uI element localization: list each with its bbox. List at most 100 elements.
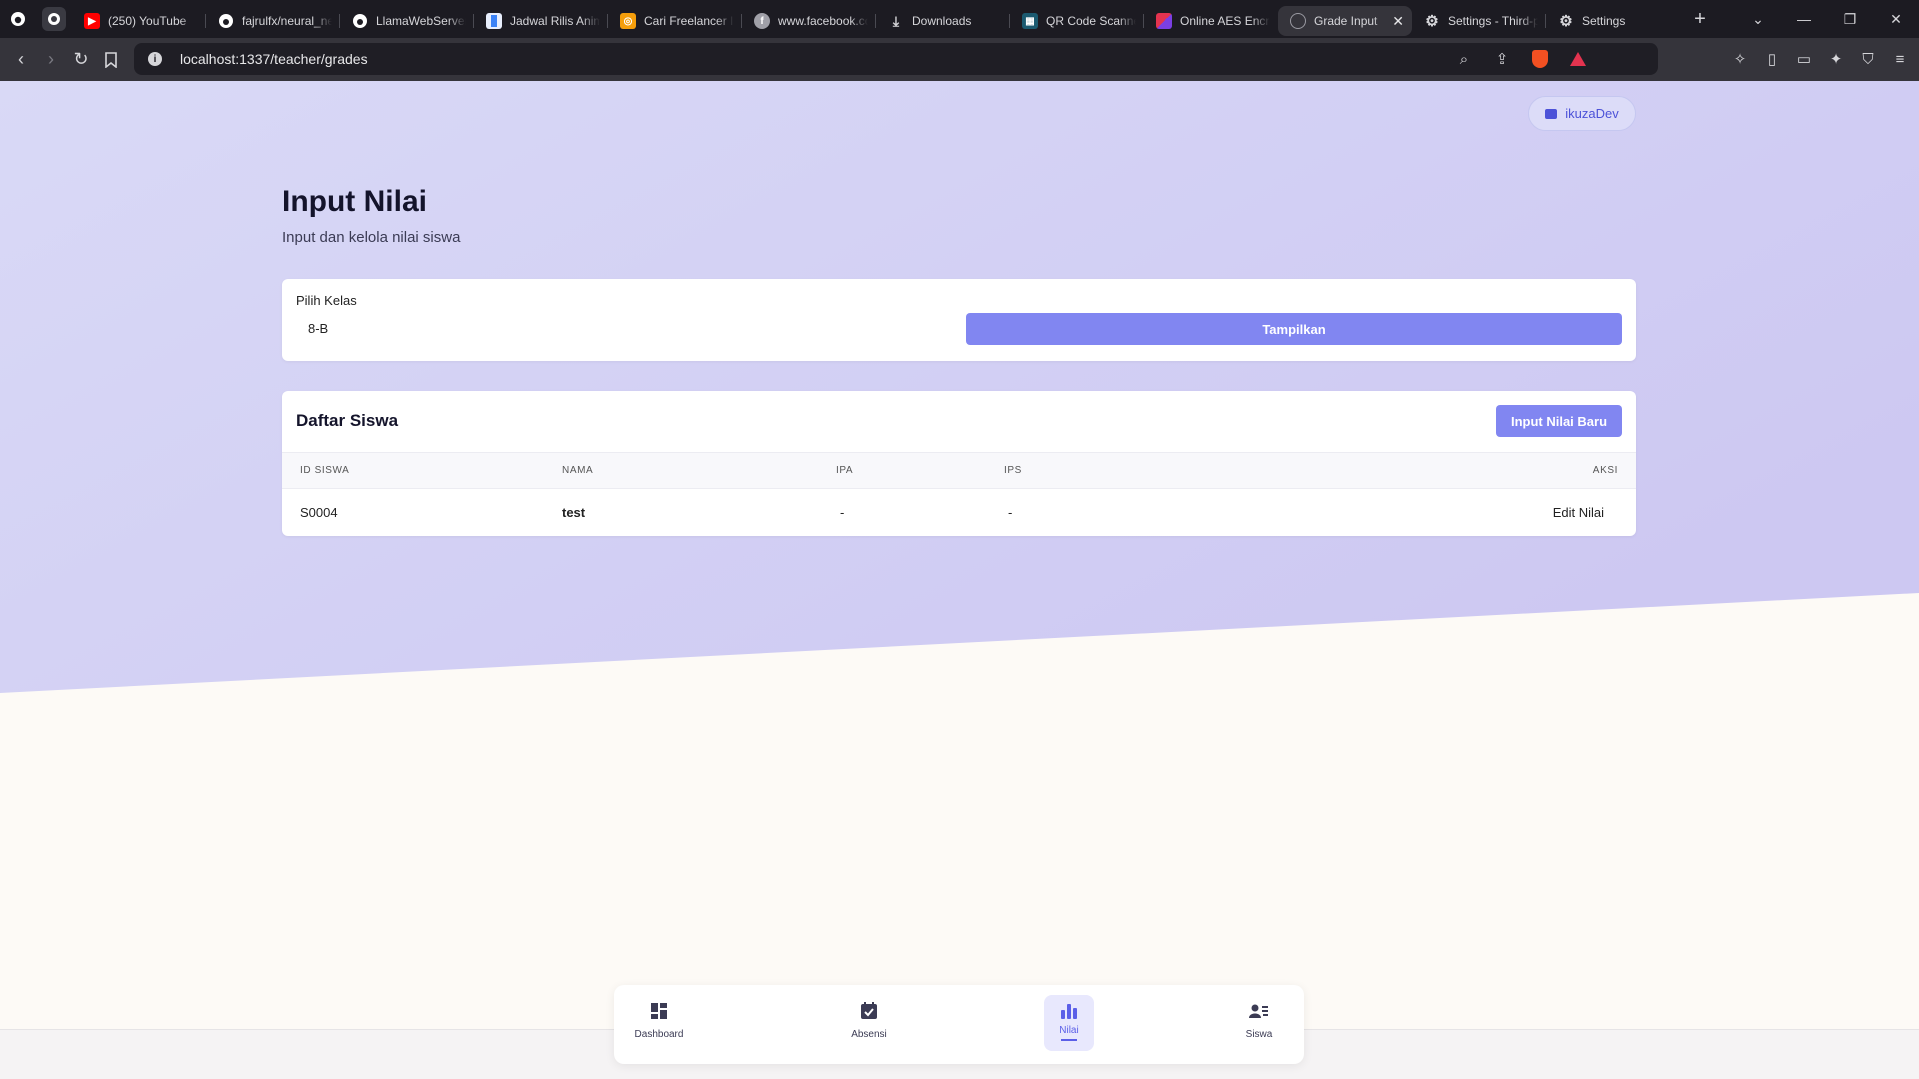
- freelancer-icon: ◎: [620, 13, 636, 29]
- forward-icon[interactable]: ›: [36, 45, 66, 75]
- tab-title: Settings - Third-party: [1448, 14, 1538, 28]
- url-actions: ⌕ ⇪: [1453, 46, 1589, 72]
- class-select-label: Pilih Kelas: [296, 293, 357, 308]
- tab-youtube[interactable]: ▶ (250) YouTube: [72, 6, 206, 36]
- close-tab-icon[interactable]: ✕: [1392, 13, 1404, 30]
- rewards-icon[interactable]: [1567, 46, 1589, 72]
- leo-ai-icon[interactable]: ✦: [1825, 46, 1847, 72]
- bookmark-icon[interactable]: [96, 45, 126, 75]
- facebook-icon: f: [754, 13, 770, 29]
- tab-settings[interactable]: ⚙ Settings: [1546, 6, 1680, 36]
- column-header-name: NAMA: [562, 465, 594, 476]
- table-header: ID SISWA NAMA IPA IPS AKSI: [282, 452, 1636, 489]
- tab-llamawebserver[interactable]: LlamaWebServer: [340, 6, 474, 36]
- nav-siswa-label: Siswa: [1245, 1029, 1273, 1040]
- github-icon: [218, 13, 234, 29]
- table-row: S0004 test - - Edit Nilai: [282, 489, 1636, 535]
- edit-grade-link[interactable]: Edit Nilai: [1553, 489, 1604, 535]
- user-icon: [1545, 108, 1558, 119]
- tab-jadwal-anime[interactable]: Jadwal Rilis Anime: [474, 6, 608, 36]
- close-window-icon[interactable]: ✕: [1873, 11, 1919, 28]
- student-list-heading: Daftar Siswa: [296, 411, 399, 430]
- restore-icon[interactable]: ❐: [1827, 11, 1873, 28]
- app-icon: [42, 7, 66, 31]
- window-controls: ⌄ — ❐ ✕: [1735, 0, 1919, 38]
- show-button[interactable]: Tampilkan: [966, 313, 1622, 345]
- pinned-tab-app[interactable]: [36, 0, 72, 38]
- input-new-grade-button[interactable]: Input Nilai Baru: [1496, 405, 1622, 437]
- nav-absensi-label: Absensi: [851, 1029, 887, 1040]
- tab-title: Settings: [1582, 14, 1626, 28]
- page: ikuzaDev Input Nilai Input dan kelola ni…: [0, 81, 1919, 1079]
- tab-grade-input[interactable]: Grade Input ✕: [1278, 6, 1412, 36]
- column-header-action: AKSI: [1592, 465, 1618, 476]
- bar-chart-icon: [1061, 1004, 1077, 1019]
- page-subtitle: Input dan kelola nilai siswa: [282, 229, 461, 246]
- class-select-value: 8-B: [308, 320, 329, 336]
- tab-title: fajrulfx/neural_network: [242, 14, 332, 28]
- menu-icon[interactable]: ≡: [1889, 46, 1911, 72]
- calendar-check-icon: [861, 1002, 877, 1019]
- tab-title: (250) YouTube: [108, 14, 187, 28]
- cell-student-id: S0004: [300, 504, 338, 520]
- tab-title: Cari Freelancer Indonesia: [644, 14, 734, 28]
- toolbar-icons: ✧ ▯ ▭ ✦ ⛉ ≡: [1729, 46, 1911, 72]
- browser-toolbar: ‹ › ↻ i localhost:1337/teacher/grades ⌕ …: [0, 38, 1919, 81]
- cell-ips: -: [1008, 504, 1013, 520]
- tab-title: Jadwal Rilis Anime: [510, 14, 600, 28]
- page-icon: [486, 13, 502, 29]
- tab-aes[interactable]: Online AES Encryption: [1144, 6, 1278, 36]
- url-text: localhost:1337/teacher/grades: [180, 51, 368, 67]
- nav-absensi[interactable]: Absensi: [824, 1001, 914, 1040]
- globe-icon: [1290, 13, 1306, 29]
- reload-icon[interactable]: ↻: [66, 45, 96, 75]
- cell-student-name: test: [562, 504, 586, 520]
- cell-ipa: -: [840, 504, 845, 520]
- column-header-id: ID SISWA: [300, 465, 350, 476]
- tab-list-icon[interactable]: ⌄: [1735, 11, 1781, 28]
- profile-chip[interactable]: ikuzaDev: [1528, 96, 1636, 131]
- student-list-card: Daftar Siswa Input Nilai Baru ID SISWA N…: [282, 391, 1636, 536]
- vpn-icon[interactable]: ⛉: [1857, 46, 1879, 72]
- url-bar[interactable]: i localhost:1337/teacher/grades: [134, 43, 1658, 75]
- minimize-icon[interactable]: —: [1781, 11, 1827, 27]
- extensions-icon[interactable]: ✧: [1729, 46, 1751, 72]
- tab-title: Downloads: [912, 14, 972, 28]
- tab-title: LlamaWebServer: [376, 14, 466, 28]
- tab-downloads[interactable]: ⤓ Downloads: [876, 6, 1010, 36]
- tab-qr-scanner[interactable]: ▦ QR Code Scanner: [1010, 6, 1144, 36]
- gear-icon: ⚙: [1425, 13, 1439, 30]
- browser-tab-bar: ▶ (250) YouTube fajrulfx/neural_network …: [0, 0, 1919, 38]
- tab-github-neural[interactable]: fajrulfx/neural_network: [206, 6, 340, 36]
- zoom-icon[interactable]: ⌕: [1453, 46, 1475, 72]
- pinned-tab-github[interactable]: [0, 0, 36, 38]
- nav-dashboard-label: Dashboard: [634, 1029, 684, 1040]
- sidebar-icon[interactable]: ▯: [1761, 46, 1783, 72]
- tab-freelancer[interactable]: ◎ Cari Freelancer Indonesia: [608, 6, 742, 36]
- github-icon: [6, 7, 30, 31]
- class-filter-card: Pilih Kelas 8-B Tampilkan: [282, 279, 1636, 361]
- wallet-icon[interactable]: ▭: [1793, 46, 1815, 72]
- nav-dashboard[interactable]: Dashboard: [614, 1001, 704, 1040]
- aes-icon: [1156, 13, 1172, 29]
- tab-settings-third-party[interactable]: ⚙ Settings - Third-party: [1412, 6, 1546, 36]
- new-tab-button[interactable]: +: [1680, 8, 1720, 31]
- tab-title: QR Code Scanner: [1046, 14, 1136, 28]
- nav-siswa[interactable]: Siswa: [1214, 1001, 1304, 1040]
- share-icon[interactable]: ⇪: [1491, 46, 1513, 72]
- nav-nilai-label: Nilai: [1059, 1025, 1079, 1036]
- youtube-icon: ▶: [84, 13, 100, 29]
- gear-icon: ⚙: [1559, 13, 1573, 30]
- column-header-ipa: IPA: [836, 465, 854, 476]
- site-info-icon[interactable]: i: [148, 52, 162, 66]
- qr-icon: ▦: [1022, 13, 1038, 29]
- tab-facebook[interactable]: f www.facebook.com: [742, 6, 876, 36]
- download-icon: ⤓: [892, 12, 900, 29]
- nav-nilai[interactable]: Nilai: [1024, 995, 1114, 1051]
- nav-active-indicator: [1061, 1039, 1077, 1041]
- column-header-ips: IPS: [1004, 465, 1022, 476]
- bottom-nav: Dashboard Absensi Nilai Siswa: [614, 985, 1304, 1064]
- brave-shield-icon[interactable]: [1529, 46, 1551, 72]
- profile-name: ikuzaDev: [1565, 106, 1619, 121]
- back-icon[interactable]: ‹: [6, 45, 36, 75]
